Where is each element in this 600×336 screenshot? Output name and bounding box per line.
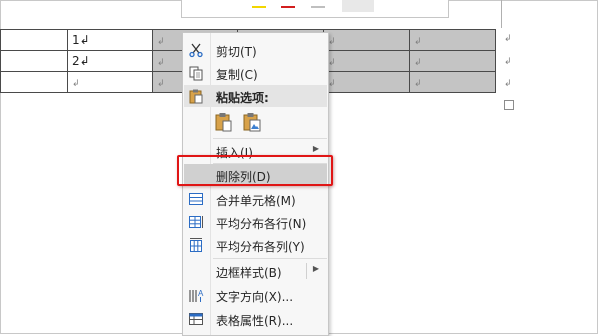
fill-button-icon[interactable] [342,0,374,12]
paragraph-mark: ↲ [157,79,165,89]
table-cell[interactable]: 1↲ [67,29,153,51]
menu-item-label: 复制(C) [216,68,258,82]
paste-image-icon[interactable] [243,112,261,132]
paragraph-mark: ↲ [157,37,165,47]
menu-item-label: 文字方向(X)... [216,290,294,304]
paragraph-mark: ↲ [414,37,422,47]
svg-text:A: A [198,289,204,298]
menu-item-label: 边框样式(B) [216,266,282,280]
menu-item-distribute-columns[interactable]: 平均分布各列(Y) [184,234,327,256]
merge-cells-icon [188,191,204,207]
mini-toolbar [181,0,449,18]
paragraph-mark: ↲ [157,58,165,68]
copy-icon [188,65,204,81]
highlight-annotation-box [177,155,333,186]
menu-item-label: 剪切(T) [216,45,257,59]
table-cell[interactable]: 2↲ [67,50,153,72]
table-cell-selected[interactable]: ↲ [409,71,496,93]
menu-item-border-styles[interactable]: 边框样式(B) ▶ [184,260,327,282]
menu-item-label: 合并单元格(M) [216,194,296,208]
table-properties-icon [188,311,204,327]
row-end-mark: ↲ [504,79,512,89]
submenu-arrow-icon[interactable]: ▶ [313,264,319,273]
menu-section-label: 粘贴选项: [216,91,269,105]
clipboard-icon [188,88,204,104]
row-end-mark: ↲ [504,57,512,67]
font-color-icon[interactable] [281,6,295,8]
menu-item-text-direction[interactable]: A 文字方向(X)... [184,284,327,306]
table-cell[interactable] [0,29,68,51]
table-cell-selected[interactable]: ↲ [409,29,496,51]
table-cell[interactable] [0,71,68,93]
table-cell-selected[interactable]: ↲ [323,71,410,93]
menu-item-distribute-rows[interactable]: 平均分布各行(N) [184,211,327,233]
menu-item-label: 平均分布各行(N) [216,217,307,231]
table-cell-selected[interactable]: ↲ [409,50,496,72]
menu-item-copy[interactable]: 复制(C) [184,62,327,84]
menu-item-label: 表格属性(R)... [216,314,294,328]
paragraph-mark: ↲ [72,79,80,89]
shading-icon[interactable] [311,6,325,8]
table-cell-selected[interactable]: ↲ [323,50,410,72]
paragraph-mark: ↲ [414,58,422,68]
cell-text: 1↲ [72,33,90,47]
submenu-arrow-icon: ▶ [312,144,319,153]
cell-text: 2↲ [72,54,90,68]
menu-item-cut[interactable]: 剪切(T) [184,39,327,61]
distribute-columns-icon [188,237,204,253]
menu-item-merge-cells[interactable]: 合并单元格(M) [184,188,327,210]
paragraph-mark: ↲ [414,79,422,89]
table-cell[interactable]: ↲ [67,71,153,93]
table-cell-selected[interactable]: ↲ [323,29,410,51]
distribute-rows-icon [188,214,204,230]
table-cell[interactable] [0,50,68,72]
paragraph-mark: ↲ [328,37,336,47]
text-direction-icon: A [188,287,204,303]
scissors-icon [188,42,204,58]
menu-separator [213,138,327,139]
paste-keep-format-icon[interactable] [215,112,233,132]
row-end-mark: ↲ [504,34,512,44]
highlight-color-icon[interactable] [252,6,266,8]
menu-item-label: 平均分布各列(Y) [216,240,305,254]
menu-separator [213,258,327,259]
paragraph-mark: ↲ [328,79,336,89]
menu-section-paste-options: 粘贴选项: [184,85,327,107]
table-resize-handle[interactable] [504,100,514,110]
page-margin-line [501,0,502,28]
menu-item-table-properties[interactable]: 表格属性(R)... [184,308,327,330]
paragraph-mark: ↲ [328,58,336,68]
split-divider [306,263,307,279]
